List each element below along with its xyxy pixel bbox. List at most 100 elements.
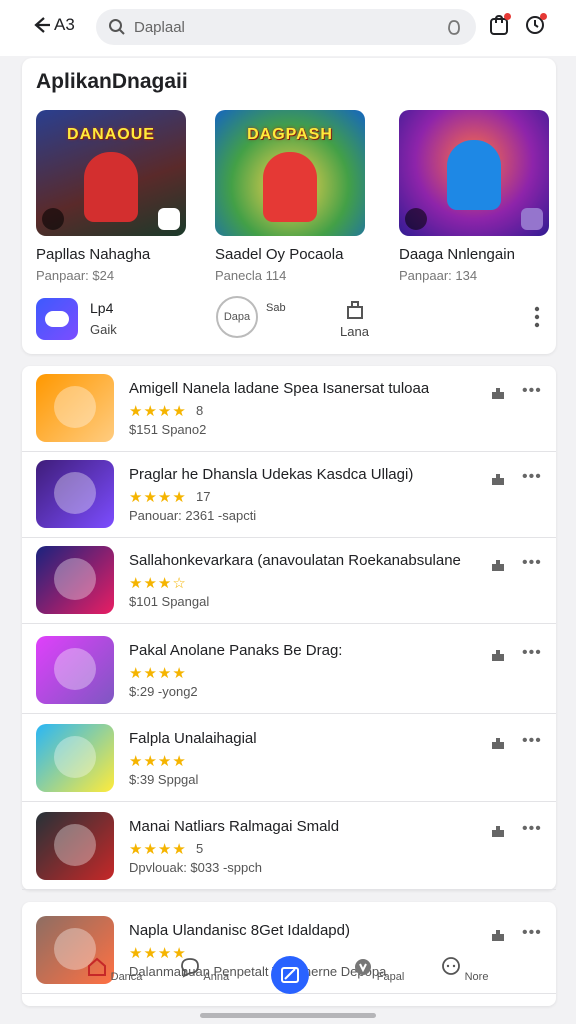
featured-app-2[interactable]: DAGPASH Saadel Oy Pocaola Panecla 114 bbox=[215, 110, 365, 283]
search-icon bbox=[109, 19, 125, 35]
rating-stars: ★★★★ bbox=[129, 665, 187, 682]
app-icon bbox=[36, 724, 114, 792]
app-meta: $:29 -yong2 bbox=[129, 684, 198, 699]
list-item[interactable]: Falpla Unalaihagial ★★★★ $:39 Sppgal ••• bbox=[22, 716, 556, 802]
rating-count: 17 bbox=[196, 489, 211, 504]
app-meta: $101 Spangal bbox=[129, 594, 210, 609]
hero-figure bbox=[84, 152, 138, 222]
hero-figure bbox=[263, 152, 317, 222]
app-icon-character bbox=[54, 472, 96, 514]
app-title: Falpla Unalaihagial bbox=[129, 730, 257, 747]
featured-app-name: Papllas Nahagha bbox=[36, 246, 151, 263]
nav-home[interactable]: Danca bbox=[84, 956, 144, 983]
more-options-icon[interactable]: ••• bbox=[522, 924, 542, 942]
download-icon[interactable] bbox=[490, 558, 506, 572]
share-label: Lana bbox=[340, 324, 369, 339]
list-item[interactable]: Pakal Anolane Panaks Be Drag: ★★★★ $:29 -y… bbox=[22, 628, 556, 714]
shield-icon bbox=[354, 959, 371, 975]
download-icon[interactable] bbox=[490, 736, 506, 750]
download-icon[interactable] bbox=[490, 824, 506, 838]
download-icon[interactable] bbox=[490, 648, 506, 662]
featured-app-3[interactable]: Daaga Nnlengain Panpaar: 134 bbox=[399, 110, 549, 283]
mini-app-sub-label: Gaik bbox=[90, 322, 117, 337]
nav-messages[interactable]: Nore bbox=[434, 956, 494, 983]
app-title: Pakal Anolane Panaks Be Drag: bbox=[129, 642, 343, 659]
app-icon-character bbox=[54, 386, 96, 428]
list-item[interactable]: Manai Natliars Ralmagai Smald ★★★★ 5 Dpvlou… bbox=[22, 804, 556, 890]
nav-shield[interactable]: Fapal bbox=[348, 956, 408, 983]
search-placeholder: Daplaal bbox=[134, 18, 185, 36]
list-item[interactable]: Praglar he Dhansla Udekas Kasdca Ullagi)… bbox=[22, 452, 556, 538]
app-icon bbox=[36, 546, 114, 614]
featured-app-price: Panecla 114 bbox=[215, 268, 287, 283]
more-options-icon[interactable]: ••• bbox=[522, 554, 542, 572]
featured-app-price: Panpaar: $24 bbox=[36, 268, 115, 283]
edit-icon bbox=[281, 967, 299, 983]
featured-app-price: Panpaar: 134 bbox=[399, 268, 478, 283]
download-icon[interactable] bbox=[490, 472, 506, 486]
more-options-icon[interactable]: ••• bbox=[522, 382, 542, 400]
chat-icon bbox=[181, 958, 199, 978]
voice-icon[interactable] bbox=[444, 17, 464, 37]
circle-badge-label: Dapa bbox=[223, 311, 251, 323]
rating-stars: ★★★★ bbox=[129, 489, 187, 506]
app-title: Amigell Nanela ladane Spea Isanersat tul… bbox=[129, 380, 430, 397]
rating-stars: ★★★★ bbox=[129, 753, 187, 770]
section-title: AplikanDnagaii bbox=[36, 70, 188, 93]
app-icon-character bbox=[54, 558, 96, 600]
more-options-icon[interactable]: ••• bbox=[522, 644, 542, 662]
list-item[interactable]: Amigell Nanela ladane Spea Isanersat tul… bbox=[22, 366, 556, 452]
app-meta: Dpvlouak: $033 -sppch bbox=[129, 860, 262, 875]
search-bar[interactable]: Daplaal bbox=[96, 9, 476, 45]
nav-edit-button[interactable] bbox=[271, 956, 309, 994]
app-list: Amigell Nanela ladane Spea Isanersat tul… bbox=[22, 366, 556, 890]
controller-app-icon[interactable] bbox=[36, 298, 78, 340]
message-icon bbox=[441, 957, 460, 975]
home-icon bbox=[87, 957, 106, 976]
app-icon bbox=[36, 812, 114, 880]
rating-stars: ★★★★ bbox=[129, 841, 187, 858]
nav-label: Nore bbox=[464, 971, 489, 983]
app-icon-character bbox=[54, 648, 96, 690]
top-bar: A3 Daplaal bbox=[0, 0, 576, 56]
app-meta: $:39 Sppgal bbox=[129, 772, 199, 787]
home-indicator[interactable] bbox=[200, 1013, 376, 1018]
nav-label: Danca bbox=[110, 971, 143, 983]
play-badge-icon bbox=[405, 208, 427, 230]
notification-dot bbox=[540, 13, 547, 20]
back-label: A3 bbox=[54, 15, 75, 34]
art-title: DANAOUE bbox=[67, 126, 155, 143]
featured-app-art bbox=[399, 110, 549, 236]
art-title: DAGPASH bbox=[247, 126, 333, 143]
rating-stars: ★★★★ bbox=[129, 403, 187, 420]
download-icon[interactable] bbox=[490, 928, 506, 942]
nav-chat[interactable]: Anna bbox=[174, 956, 234, 983]
controller-badge-icon bbox=[158, 208, 180, 230]
share-icon[interactable] bbox=[344, 298, 366, 320]
featured-app-name: Daaga Nnlengain bbox=[399, 246, 515, 263]
more-options-icon[interactable]: ••• bbox=[522, 468, 542, 486]
cart-icon[interactable] bbox=[488, 13, 511, 36]
featured-section: AplikanDnagaii DANAOUE Papllas Nahagha P… bbox=[22, 58, 556, 354]
app-meta: Panouar: 2361 -sapcti bbox=[129, 508, 257, 523]
mini-app-label: Lp4 bbox=[90, 300, 114, 316]
rating-count: 5 bbox=[196, 841, 204, 856]
featured-app-name: Saadel Oy Pocaola bbox=[215, 246, 344, 263]
circle-badge[interactable]: Dapa bbox=[216, 296, 258, 338]
featured-app-art: DAGPASH bbox=[215, 110, 365, 236]
app-icon-character bbox=[54, 736, 96, 778]
app-title: Sallahonkevarkara (anavoulatan Roekanabs… bbox=[129, 552, 461, 569]
more-options-icon[interactable]: ••• bbox=[522, 732, 542, 750]
featured-app-1[interactable]: DANAOUE Papllas Nahagha Panpaar: $24 bbox=[36, 110, 186, 283]
featured-app-art: DANAOUE bbox=[36, 110, 186, 236]
back-button[interactable]: A3 bbox=[30, 14, 75, 36]
more-vertical-icon[interactable] bbox=[534, 306, 540, 328]
nav-label: Fapal bbox=[376, 971, 405, 983]
circle-side-label: Sab bbox=[266, 302, 286, 314]
download-icon[interactable] bbox=[490, 386, 506, 400]
hero-figure bbox=[447, 140, 501, 210]
list-item[interactable]: Sallahonkevarkara (anavoulatan Roekanabs… bbox=[22, 538, 556, 624]
profile-icon[interactable] bbox=[524, 13, 547, 36]
more-options-icon[interactable]: ••• bbox=[522, 820, 542, 838]
check-badge-icon bbox=[521, 208, 543, 230]
